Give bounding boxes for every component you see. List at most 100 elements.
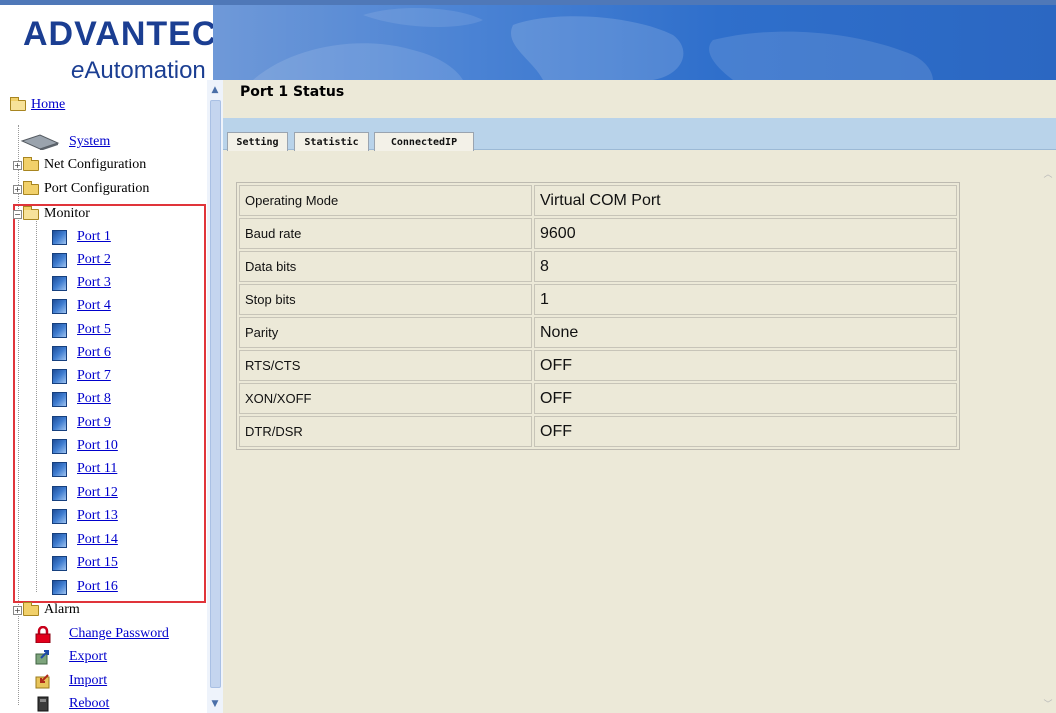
scroll-down-icon[interactable]: ▼ <box>208 697 222 711</box>
status-row: Parity None <box>239 317 957 348</box>
folder-icon <box>23 601 39 616</box>
status-row: RTS/CTS OFF <box>239 350 957 381</box>
nav-port-link[interactable]: Port 11 <box>77 461 117 477</box>
port-monitor-icon <box>52 275 67 291</box>
nav-port-link[interactable]: Port 4 <box>77 298 111 314</box>
nav-port-link[interactable]: Port 5 <box>77 322 111 338</box>
port-monitor-icon <box>52 438 67 454</box>
port-monitor-icon <box>52 252 67 268</box>
nav-port-14[interactable]: Port 14 <box>52 529 118 551</box>
reboot-icon <box>37 696 49 712</box>
nav-reboot[interactable]: Reboot <box>35 693 109 713</box>
nav-import-link[interactable]: Import <box>69 673 107 689</box>
nav-port-3[interactable]: Port 3 <box>52 272 111 294</box>
nav-port-link[interactable]: Port 1 <box>77 229 111 245</box>
nav-change-password[interactable]: Change Password <box>35 623 169 645</box>
nav-export-link[interactable]: Export <box>69 649 107 665</box>
nav-system-link[interactable]: System <box>69 134 110 150</box>
port-monitor-icon <box>52 322 67 338</box>
scroll-up-icon[interactable]: ︿ <box>1041 168 1055 182</box>
nav-reboot-link[interactable]: Reboot <box>69 696 109 712</box>
nav-port-12[interactable]: Port 12 <box>52 482 118 504</box>
status-value: OFF <box>534 350 957 381</box>
nav-port-link[interactable]: Port 10 <box>77 438 118 454</box>
status-row: DTR/DSR OFF <box>239 416 957 447</box>
status-row: Operating Mode Virtual COM Port <box>239 185 957 216</box>
nav-monitor[interactable]: − Monitor <box>13 203 90 225</box>
port-monitor-icon <box>52 345 67 361</box>
nav-port-9[interactable]: Port 9 <box>52 412 111 434</box>
nav-port-link[interactable]: Port 13 <box>77 508 118 524</box>
import-icon <box>35 674 50 689</box>
port-monitor-icon <box>52 555 67 571</box>
advantech-logo: ADVANTECH <box>23 15 243 53</box>
tab-connectedip[interactable]: ConnectedIP <box>374 132 474 151</box>
nav-port-link[interactable]: Port 15 <box>77 555 118 571</box>
status-label: Data bits <box>239 251 532 282</box>
nav-scrollbar[interactable]: ▲ ▼ <box>207 80 223 713</box>
nav-port-link[interactable]: Port 6 <box>77 345 111 361</box>
nav-port-link[interactable]: Port 7 <box>77 368 111 384</box>
nav-port-11[interactable]: Port 11 <box>52 458 117 480</box>
nav-net-configuration-label: Net Configuration <box>44 157 147 172</box>
nav-home-link[interactable]: Home <box>31 97 65 113</box>
nav-change-password-link[interactable]: Change Password <box>69 626 169 642</box>
status-value: 9600 <box>534 218 957 249</box>
nav-port-16[interactable]: Port 16 <box>52 576 118 598</box>
folder-icon <box>23 156 39 171</box>
nav-port-2[interactable]: Port 2 <box>52 249 111 271</box>
status-value: Virtual COM Port <box>534 185 957 216</box>
expand-icon[interactable]: + <box>13 160 22 170</box>
nav-port-4[interactable]: Port 4 <box>52 295 111 317</box>
tab-statistic[interactable]: Statistic <box>294 132 369 151</box>
nav-port-link[interactable]: Port 16 <box>77 579 118 595</box>
port-monitor-icon <box>52 579 67 595</box>
port-status-table: Operating Mode Virtual COM Port Baud rate 9… <box>236 182 960 450</box>
folder-open-icon <box>10 96 26 111</box>
status-row: Baud rate 9600 <box>239 218 957 249</box>
nav-port-link[interactable]: Port 9 <box>77 415 111 431</box>
port-monitor-icon <box>52 391 67 407</box>
port-monitor-icon <box>52 461 67 477</box>
nav-port-1[interactable]: Port 1 <box>52 226 111 248</box>
nav-port-configuration[interactable]: + Port Configuration <box>13 178 149 200</box>
nav-port-link[interactable]: Port 14 <box>77 532 118 548</box>
nav-port-link[interactable]: Port 3 <box>77 275 111 291</box>
port-monitor-icon <box>52 298 67 314</box>
content-scrollbar[interactable]: ︿ ﹀ <box>1040 168 1056 713</box>
expand-icon[interactable]: + <box>13 605 22 615</box>
nav-scrollbar-thumb[interactable] <box>210 100 221 688</box>
nav-port-link[interactable]: Port 8 <box>77 391 111 407</box>
scroll-down-icon[interactable]: ﹀ <box>1041 698 1055 712</box>
nav-port-8[interactable]: Port 8 <box>52 388 111 410</box>
header-banner <box>213 5 1056 80</box>
nav-port-5[interactable]: Port 5 <box>52 319 111 341</box>
nav-port-6[interactable]: Port 6 <box>52 342 111 364</box>
nav-port-10[interactable]: Port 10 <box>52 435 118 457</box>
collapse-icon[interactable]: − <box>13 209 22 219</box>
nav-port-13[interactable]: Port 13 <box>52 505 118 527</box>
tab-setting[interactable]: Setting <box>227 132 288 151</box>
nav-port-link[interactable]: Port 12 <box>77 485 118 501</box>
lock-icon <box>35 625 51 643</box>
status-label: Operating Mode <box>239 185 532 216</box>
status-label: RTS/CTS <box>239 350 532 381</box>
nav-port-15[interactable]: Port 15 <box>52 552 118 574</box>
scroll-up-icon[interactable]: ▲ <box>208 83 222 97</box>
status-value: 8 <box>534 251 957 282</box>
tab-bar: Setting Statistic ConnectedIP <box>223 118 1056 151</box>
nav-export[interactable]: Export <box>35 646 107 668</box>
status-label: Baud rate <box>239 218 532 249</box>
world-map-graphic <box>253 8 933 80</box>
expand-icon[interactable]: + <box>13 184 22 194</box>
status-row: Stop bits 1 <box>239 284 957 315</box>
port-monitor-icon <box>52 485 67 501</box>
nav-import[interactable]: Import <box>35 670 107 692</box>
port-monitor-icon <box>52 368 67 384</box>
nav-home[interactable]: Home <box>10 94 65 116</box>
nav-alarm[interactable]: + Alarm <box>13 599 80 621</box>
nav-net-configuration[interactable]: + Net Configuration <box>13 154 146 176</box>
nav-port-link[interactable]: Port 2 <box>77 252 111 268</box>
nav-system[interactable]: System <box>20 131 110 153</box>
nav-port-7[interactable]: Port 7 <box>52 365 111 387</box>
